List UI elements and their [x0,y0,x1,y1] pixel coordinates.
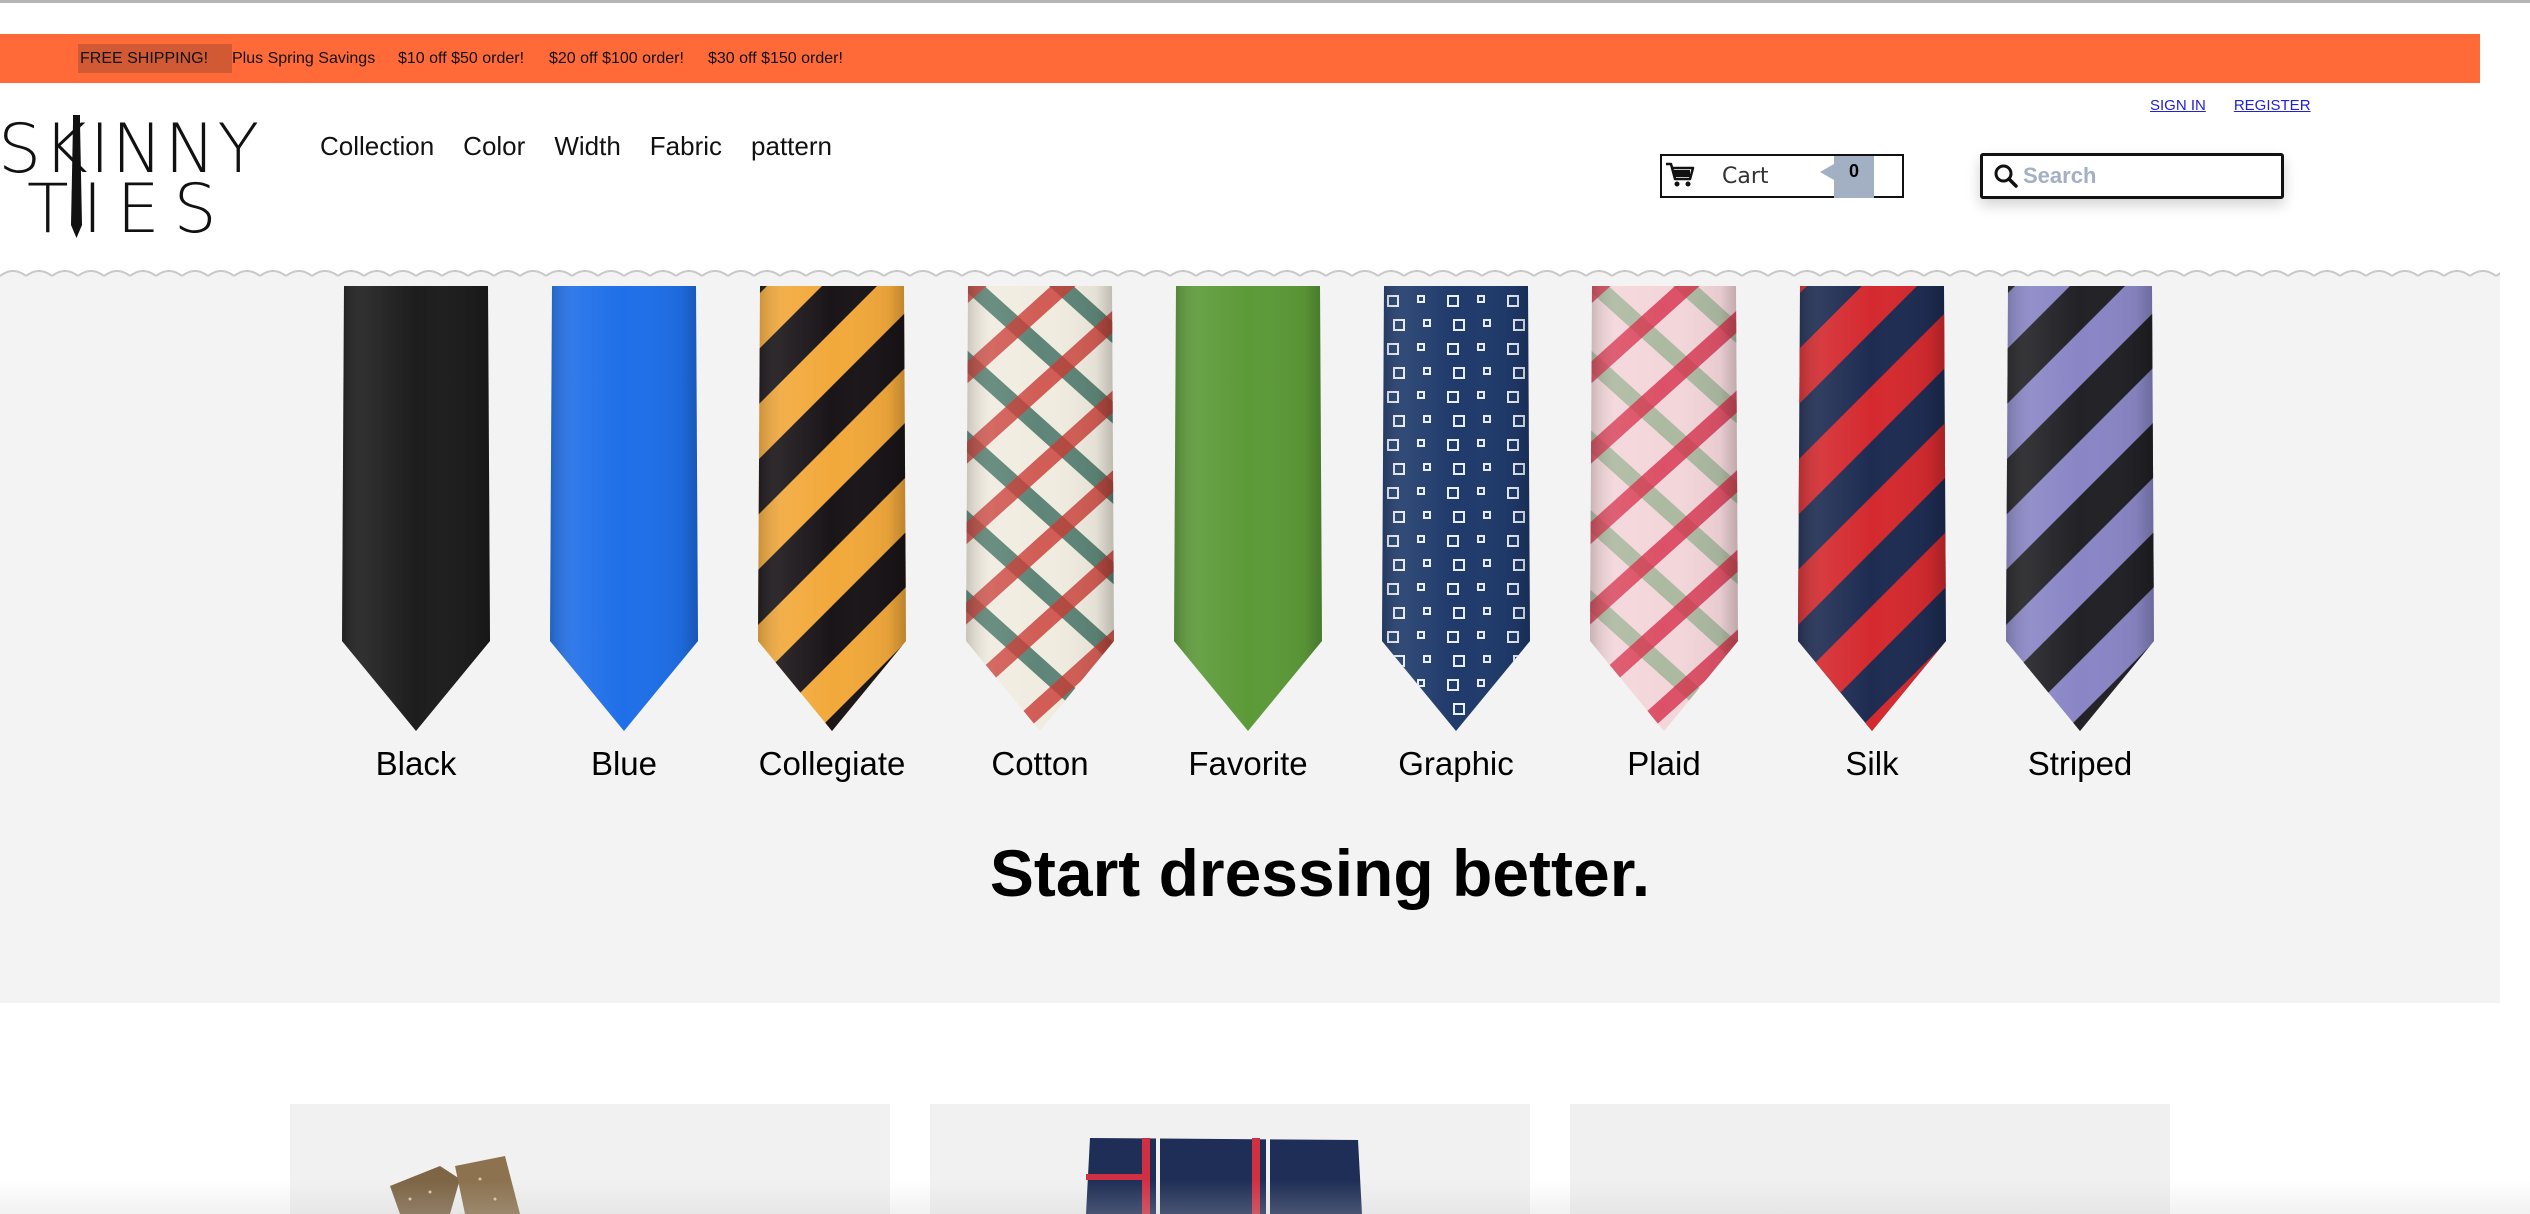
tie-collegiate-image[interactable] [752,286,912,731]
tie-label-graphic[interactable]: Graphic [1356,745,1556,783]
tie-label-favorite[interactable]: Favorite [1148,745,1348,783]
product-card-bowtie[interactable] [290,1104,890,1214]
tie-label-plaid[interactable]: Plaid [1564,745,1764,783]
search-input[interactable] [2023,156,2278,196]
promo-bar: FREE SHIPPING! Plus Spring Savings $10 o… [0,34,2480,83]
product-card-3[interactable] [1570,1104,2170,1214]
tie-favorite-image[interactable] [1168,286,1328,731]
tie-label-striped[interactable]: Striped [1980,745,2180,783]
promo-item[interactable]: $20 off $100 order! [549,34,684,83]
site-logo[interactable]: SKINNY TIES [0,110,259,249]
sign-in-link[interactable]: SIGN IN [2150,97,2206,114]
account-links: SIGN IN REGISTER [2150,97,2311,114]
pocket-square-image [930,1104,1530,1214]
search-icon[interactable] [1993,163,2019,189]
tie-label-cotton[interactable]: Cotton [940,745,1140,783]
logo-tie-icon [71,115,82,238]
scallop-divider [0,270,2500,286]
promo-free-shipping[interactable]: FREE SHIPPING! [78,44,232,73]
promo-item[interactable]: $30 off $150 order! [708,34,843,83]
tie-label-silk[interactable]: Silk [1772,745,1972,783]
tie-blue-image[interactable] [544,286,704,731]
headline: Start dressing better. [989,836,1651,910]
nav-fabric[interactable]: Fabric [650,128,722,164]
promo-item[interactable]: Plus Spring Savings [232,34,375,83]
register-link[interactable]: REGISTER [2234,97,2311,114]
tie-silk-image[interactable] [1792,286,1952,731]
search-box [1980,153,2284,199]
tie-gallery: Black Blue Collegiate Cotton Favorite Graphic… [0,280,2500,1003]
nav-width[interactable]: Width [554,128,620,164]
main-nav: Collection Color Width Fabric pattern [320,128,861,164]
nav-pattern[interactable]: pattern [751,128,832,164]
logo-line-2: TIES [27,170,231,249]
cart-count-badge: 0 [1820,156,1874,198]
cart-label: Cart [1722,164,1769,189]
tie-plaid-image[interactable] [1584,286,1744,731]
tie-graphic-image[interactable] [1376,286,1536,731]
cart-icon [1666,162,1695,187]
tie-black-image[interactable] [336,286,496,731]
nav-collection[interactable]: Collection [320,128,434,164]
cart-button[interactable]: Cart 0 [1660,154,1904,198]
product-image [1570,1104,2170,1214]
tie-cotton-image[interactable] [960,286,1120,731]
promo-item[interactable]: $10 off $50 order! [398,34,524,83]
nav-color[interactable]: Color [463,128,525,164]
product-card-pocket-square[interactable] [930,1104,1530,1214]
tie-label-collegiate[interactable]: Collegiate [732,745,932,783]
tie-label-black[interactable]: Black [316,745,516,783]
top-rule [0,0,2530,3]
tie-striped-image[interactable] [2000,286,2160,731]
bowtie-image [290,1104,890,1214]
tie-label-blue[interactable]: Blue [524,745,724,783]
